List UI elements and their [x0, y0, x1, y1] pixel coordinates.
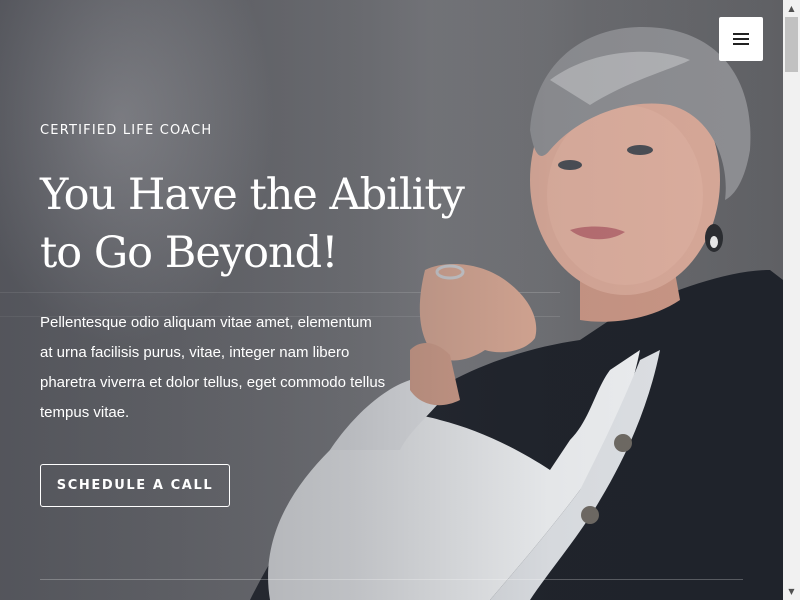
scrollbar-thumb[interactable] [785, 17, 798, 72]
hero-eyebrow: CERTIFIED LIFE COACH [40, 123, 213, 138]
hero-headline-line: to Go Beyond! [40, 228, 338, 278]
menu-toggle-button[interactable] [719, 17, 763, 61]
schedule-call-button[interactable]: SCHEDULE A CALL [40, 464, 230, 507]
scroll-down-arrow-icon[interactable]: ▼ [783, 583, 800, 600]
hamburger-icon [733, 33, 749, 45]
hero-description-line: at urna facilisis purus, vitae, integer … [40, 344, 350, 361]
hero-headline-line: You Have the Ability [40, 170, 465, 220]
hero-description-line: Pellentesque odio aliquam vitae amet, el… [40, 314, 372, 331]
hero-headline: You Have the Ability to Go Beyond! [40, 166, 490, 282]
section-divider [40, 579, 743, 580]
hero-description: Pellentesque odio aliquam vitae amet, el… [40, 308, 400, 428]
hero-section: CERTIFIED LIFE COACH You Have the Abilit… [0, 0, 783, 600]
hero-description-line: tempus vitae. [40, 404, 130, 421]
scroll-up-arrow-icon[interactable]: ▲ [783, 0, 800, 17]
vertical-scrollbar[interactable]: ▲ ▼ [783, 0, 800, 600]
hero-description-line: pharetra viverra et dolor tellus, eget c… [40, 374, 386, 391]
